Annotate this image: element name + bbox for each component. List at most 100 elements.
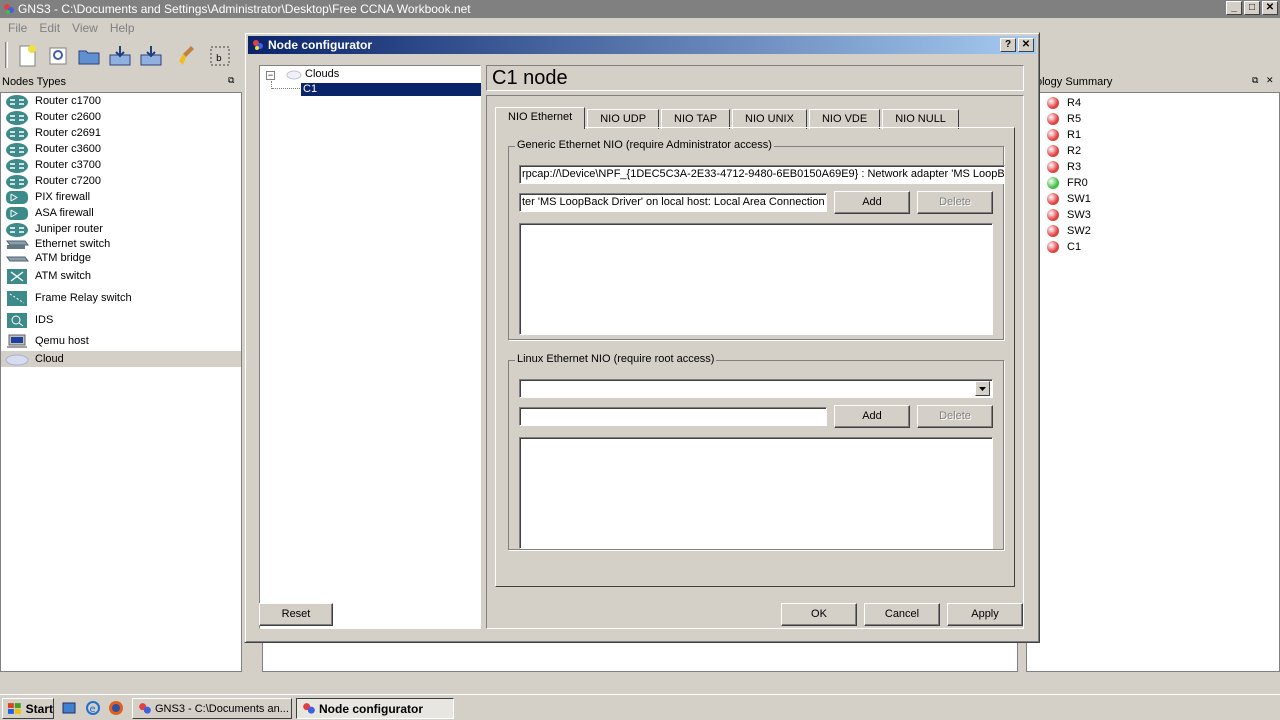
new-file-icon[interactable] (14, 43, 40, 69)
tree-collapse-toggle[interactable]: − (266, 71, 275, 80)
generic-nio-input[interactable]: ter 'MS LoopBack Driver' on local host: … (519, 193, 827, 212)
linux-nio-list[interactable] (519, 437, 993, 549)
node-type-label: Ethernet switch (35, 238, 111, 250)
show-desktop-icon[interactable] (61, 700, 77, 716)
topology-item[interactable]: R5 (1047, 111, 1081, 127)
help-button[interactable]: ? (1000, 38, 1016, 52)
linux-interface-combo[interactable] (519, 379, 993, 398)
node-type-item[interactable]: Frame Relay switch (1, 290, 241, 306)
node-type-item[interactable]: IDS (1, 312, 241, 328)
gns3-app-icon (253, 40, 263, 50)
topology-summary-dock: ology Summary ⧉ ✕ R4 R5 R1 R2 R3 FR0 SW1 SW3 SW2… (1026, 74, 1280, 672)
tab-nio-vde[interactable]: NIO VDE (808, 109, 881, 129)
main-title-bar[interactable]: GNS3 - C:\Documents and Settings\Adminis… (0, 0, 1280, 18)
topology-item[interactable]: R1 (1047, 127, 1081, 143)
node-type-item[interactable]: Router c3700 (1, 157, 241, 173)
brush-icon[interactable] (175, 43, 201, 69)
combo-dropdown-arrow-icon[interactable] (975, 381, 990, 396)
generic-interface-combo[interactable]: rpcap://\Device\NPF_{1DEC5C3A-2E33-4712-… (519, 165, 1005, 184)
menu-help[interactable]: Help (104, 18, 141, 37)
topology-item-label: SW2 (1067, 225, 1091, 237)
status-light-icon (1047, 241, 1059, 253)
start-button[interactable]: Start (2, 698, 54, 719)
topology-item-label: SW3 (1067, 209, 1091, 221)
minimize-button[interactable]: _ (1226, 1, 1242, 15)
node-type-item[interactable]: PIX firewall (1, 189, 241, 205)
node-type-item[interactable]: Router c7200 (1, 173, 241, 189)
topology-item[interactable]: R2 (1047, 143, 1081, 159)
generic-delete-button[interactable]: Delete (917, 191, 993, 214)
node-type-label: Router c7200 (35, 175, 102, 187)
status-light-icon (1047, 225, 1059, 237)
cloud-icon (5, 354, 29, 365)
linux-nio-input[interactable] (519, 407, 827, 426)
generic-nio-list[interactable] (519, 223, 993, 335)
node-type-item[interactable]: ASA firewall (1, 205, 241, 221)
topology-canvas[interactable] (262, 640, 1018, 672)
menu-view[interactable]: View (66, 18, 104, 37)
dialog-title-bar[interactable]: Node configurator ? ✕ (248, 36, 1036, 54)
tree-item-c1[interactable]: C1 (301, 83, 481, 96)
node-type-item[interactable]: Router c1700 (1, 93, 241, 109)
topology-item[interactable]: C1 (1047, 239, 1081, 255)
status-light-icon (1047, 209, 1059, 221)
topology-item[interactable]: R3 (1047, 159, 1081, 175)
taskbar-gns3-window[interactable]: GNS3 - C:\Documents an... (132, 698, 292, 719)
node-type-item[interactable]: Router c3600 (1, 141, 241, 157)
gns3-app-icon (4, 4, 14, 14)
topology-item[interactable]: SW2 (1047, 223, 1091, 239)
router-icon (6, 142, 28, 157)
tree-item-clouds[interactable]: Clouds (305, 68, 339, 80)
save-as-icon[interactable] (138, 43, 164, 69)
generic-add-button[interactable]: Add (834, 191, 910, 214)
close-button[interactable]: ✕ (1262, 1, 1278, 15)
tab-nio-tap[interactable]: NIO TAP (661, 109, 731, 129)
chevron-down-icon (979, 387, 986, 391)
node-type-item[interactable]: ATM bridge (1, 250, 241, 266)
node-type-item[interactable]: Router c2691 (1, 125, 241, 141)
tab-nio-null[interactable]: NIO NULL (882, 109, 959, 129)
tab-nio-ethernet[interactable]: NIO Ethernet (495, 107, 586, 129)
maximize-button[interactable]: □ (1244, 1, 1260, 15)
nodes-list: Router c1700 Router c2600 Router c2691 Rout… (0, 92, 242, 672)
topology-item[interactable]: R4 (1047, 95, 1081, 111)
linux-add-button[interactable]: Add (834, 405, 910, 428)
open-file-icon[interactable] (45, 43, 71, 69)
node-type-item[interactable]: Qemu host (1, 333, 241, 349)
cancel-button[interactable]: Cancel (864, 603, 940, 626)
topology-item[interactable]: SW1 (1047, 191, 1091, 207)
node-type-item[interactable]: Router c2600 (1, 109, 241, 125)
linux-delete-button[interactable]: Delete (917, 405, 993, 428)
apply-button[interactable]: Apply (947, 603, 1023, 626)
node-type-label: ATM switch (35, 270, 92, 282)
topology-item[interactable]: FR0 (1047, 175, 1088, 191)
save-icon[interactable] (107, 43, 133, 69)
taskbar-node-configurator[interactable]: Node configurator (296, 698, 454, 719)
dock-close-icon[interactable]: ✕ (1266, 76, 1276, 86)
node-type-label: Juniper router (35, 223, 103, 235)
dock-float-icon[interactable]: ⧉ (228, 76, 238, 86)
reset-button[interactable]: Reset (259, 603, 333, 626)
status-light-icon (1047, 177, 1059, 189)
snapshot-icon[interactable]: b (207, 43, 233, 69)
node-type-item[interactable]: Cloud (1, 351, 241, 367)
folder-icon[interactable] (76, 43, 102, 69)
linux-group-title: Linux Ethernet NIO (require root access) (515, 353, 717, 365)
gns3-app-icon (139, 703, 151, 714)
dock-float-icon[interactable]: ⧉ (1252, 76, 1262, 86)
router-icon (6, 110, 28, 125)
node-type-item[interactable]: ATM switch (1, 268, 241, 284)
dialog-close-button[interactable]: ✕ (1018, 38, 1034, 52)
topology-item[interactable]: SW3 (1047, 207, 1091, 223)
tab-nio-udp[interactable]: NIO UDP (587, 109, 660, 129)
firefox-icon[interactable] (108, 700, 124, 716)
tab-nio-unix[interactable]: NIO UNIX (732, 109, 807, 129)
internet-explorer-icon[interactable]: e (85, 700, 101, 716)
status-light-icon (1047, 129, 1059, 141)
menu-file[interactable]: File (2, 18, 33, 37)
router-icon (6, 126, 28, 141)
node-type-item[interactable]: Juniper router (1, 221, 241, 237)
menu-edit[interactable]: Edit (33, 18, 66, 37)
dialog-title: Node configurator (268, 38, 372, 52)
ok-button[interactable]: OK (781, 603, 857, 626)
